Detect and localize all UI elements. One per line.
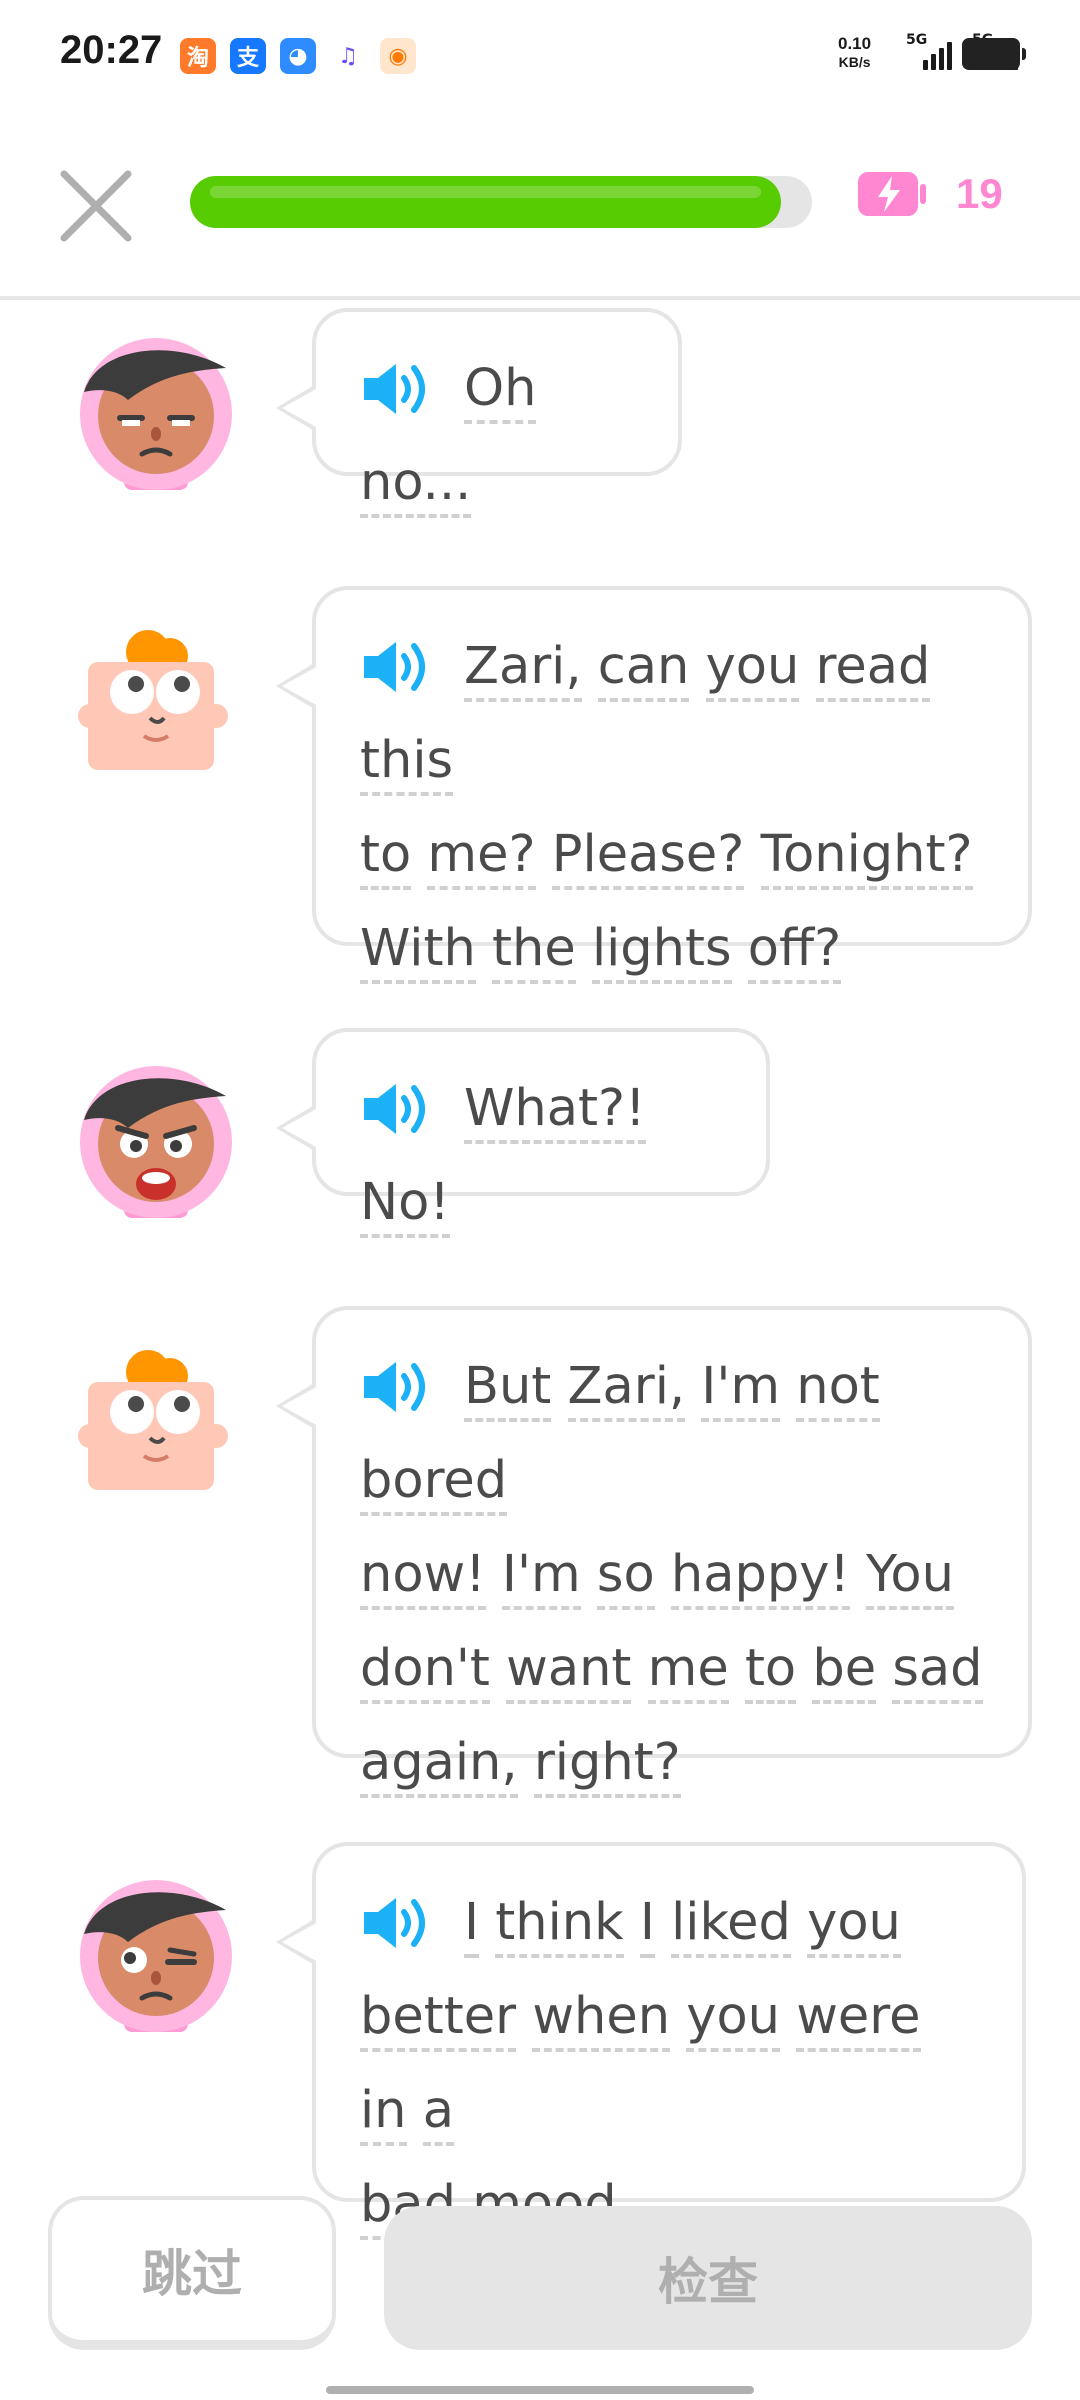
- progress-fill: [190, 176, 781, 228]
- speaker-icon[interactable]: [360, 1892, 432, 1954]
- message-text: But Zari, I'm not bored now! I'm so happ…: [360, 1340, 988, 1810]
- home-indicator[interactable]: [326, 2386, 754, 2394]
- zari-avatar: [80, 1880, 232, 2032]
- word[interactable]: you: [686, 1987, 780, 2052]
- word[interactable]: Tonight?: [760, 825, 973, 890]
- close-button[interactable]: [56, 166, 136, 246]
- store-icon: ◉: [380, 38, 416, 74]
- energy-battery-icon: [858, 172, 926, 216]
- word[interactable]: off?: [747, 919, 842, 984]
- message-text: Zari, can you read this to me? Please? T…: [360, 620, 988, 996]
- close-icon: [60, 170, 132, 242]
- message-bubble: I think I liked you better when you were…: [276, 1842, 1026, 2240]
- browser-icon: ◕: [280, 38, 316, 74]
- notification-icons: 淘 支 ◕ ♫ ◉: [180, 38, 416, 74]
- word[interactable]: Zari,: [464, 637, 582, 702]
- word[interactable]: happy!: [670, 1545, 850, 1610]
- word[interactable]: to: [744, 1639, 797, 1704]
- junior-avatar: [78, 1350, 228, 1490]
- speaker-icon[interactable]: [360, 358, 432, 420]
- signal-icon: 5G: [906, 30, 952, 70]
- word[interactable]: to: [360, 825, 412, 890]
- taobao-icon: 淘: [180, 38, 216, 74]
- word[interactable]: But: [464, 1357, 552, 1422]
- energy-indicator[interactable]: 19: [856, 170, 1003, 218]
- word[interactable]: I'm: [501, 1545, 581, 1610]
- word[interactable]: be: [812, 1639, 877, 1704]
- word[interactable]: a: [422, 2081, 454, 2146]
- word[interactable]: Please?: [551, 825, 745, 890]
- word[interactable]: want: [506, 1639, 632, 1704]
- word[interactable]: think: [495, 1893, 624, 1958]
- word[interactable]: bored: [360, 1451, 508, 1516]
- message-bubble: Oh no...: [276, 308, 682, 518]
- word[interactable]: the: [492, 919, 576, 984]
- word[interactable]: when: [532, 1987, 671, 2052]
- word[interactable]: can: [597, 637, 690, 702]
- word[interactable]: you: [705, 637, 800, 702]
- network-speed: 0.10 KB/s: [838, 34, 872, 70]
- speaker-icon[interactable]: [360, 1356, 432, 1418]
- word[interactable]: again,: [360, 1733, 518, 1798]
- speaker-icon[interactable]: [360, 636, 432, 698]
- word[interactable]: You: [866, 1545, 954, 1610]
- music-icon: ♫: [330, 38, 366, 74]
- status-time: 20:27: [60, 28, 163, 72]
- message-text: I think I liked you better when you were…: [360, 1876, 982, 2252]
- word[interactable]: were: [796, 1987, 921, 2052]
- word[interactable]: lights: [591, 919, 732, 984]
- skip-button[interactable]: 跳过: [48, 2196, 336, 2350]
- lesson-progress-bar: [190, 176, 812, 228]
- word[interactable]: read: [815, 637, 931, 702]
- energy-count: 19: [956, 170, 1003, 217]
- progress-shine: [210, 186, 761, 198]
- check-button[interactable]: 检查: [384, 2206, 1032, 2350]
- word[interactable]: now!: [360, 1545, 486, 1610]
- message-bubble: Zari, can you read this to me? Please? T…: [276, 586, 1032, 984]
- word[interactable]: you: [807, 1893, 901, 1958]
- message-bubble: What?! No!: [276, 1028, 770, 1238]
- battery-icon: [962, 38, 1026, 70]
- word[interactable]: What?!: [464, 1079, 646, 1144]
- status-bar: 20:27 淘 支 ◕ ♫ ◉ 0.10 KB/s 5G 5G: [0, 0, 1080, 110]
- word[interactable]: better: [360, 1987, 517, 2052]
- word[interactable]: this: [360, 731, 454, 796]
- alipay-icon: 支: [230, 38, 266, 74]
- word[interactable]: right?: [533, 1733, 681, 1798]
- message-bubble: But Zari, I'm not bored now! I'm so happ…: [276, 1306, 1032, 1798]
- word[interactable]: No!: [360, 1173, 450, 1238]
- word[interactable]: Oh: [464, 359, 537, 424]
- word[interactable]: not: [796, 1357, 880, 1422]
- zari-avatar: [80, 338, 232, 490]
- word[interactable]: so: [596, 1545, 655, 1610]
- zari-avatar: [80, 1066, 232, 1218]
- word[interactable]: me: [647, 1639, 729, 1704]
- word[interactable]: I: [639, 1893, 655, 1958]
- word[interactable]: in: [360, 2081, 407, 2146]
- word[interactable]: me?: [427, 825, 536, 890]
- speaker-icon[interactable]: [360, 1078, 432, 1140]
- lesson-header: 19: [0, 110, 1080, 300]
- word[interactable]: I'm: [701, 1357, 781, 1422]
- word[interactable]: liked: [671, 1893, 791, 1958]
- word[interactable]: Zari,: [567, 1357, 686, 1422]
- word[interactable]: sad: [892, 1639, 983, 1704]
- word[interactable]: don't: [360, 1639, 490, 1704]
- word[interactable]: no...: [360, 453, 472, 518]
- junior-avatar: [78, 630, 228, 770]
- word[interactable]: With: [360, 919, 476, 984]
- word[interactable]: I: [464, 1893, 480, 1958]
- status-right: 0.10 KB/s 5G 5G: [760, 30, 1080, 80]
